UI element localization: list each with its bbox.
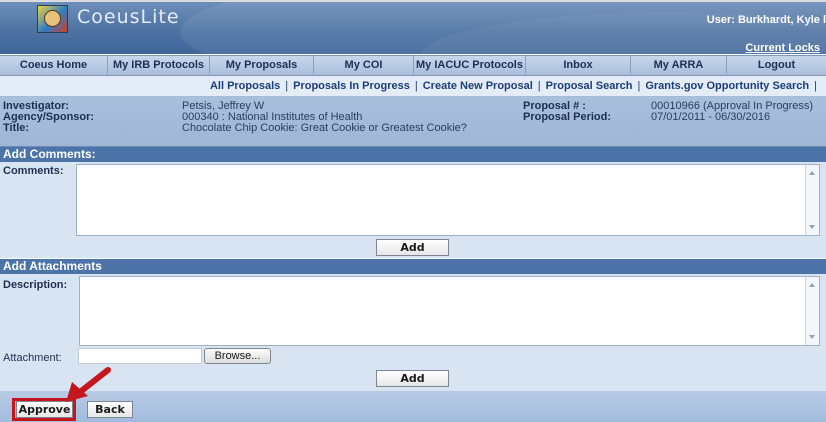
description-label: Description: bbox=[3, 279, 68, 291]
description-textarea[interactable] bbox=[79, 276, 820, 346]
add-attachment-button[interactable]: Add bbox=[376, 370, 449, 387]
nav-tab-my-arra[interactable]: My ARRA bbox=[631, 56, 727, 75]
nav-tab-logout[interactable]: Logout bbox=[727, 56, 826, 75]
subnav-proposals-in-progress[interactable]: Proposals In Progress bbox=[293, 80, 410, 92]
app-title: CoeusLite bbox=[77, 6, 180, 28]
attachments-panel: Description: Attachment: Browse... Add bbox=[0, 274, 826, 391]
nav-tab-my-irb-protocols[interactable]: My IRB Protocols bbox=[108, 56, 210, 75]
current-locks-link[interactable]: Current Locks bbox=[745, 42, 820, 54]
add-comment-button[interactable]: Add bbox=[376, 239, 449, 256]
subnav-proposal-search[interactable]: Proposal Search bbox=[546, 80, 633, 92]
proposal-subnav: All Proposals | Proposals In Progress | Crea… bbox=[0, 76, 826, 97]
comments-panel: Comments: Add bbox=[0, 162, 826, 258]
comments-label: Comments: bbox=[3, 165, 64, 177]
user-name: User: Burkhardt, Kyle l bbox=[706, 14, 826, 26]
scroll-down-icon[interactable] bbox=[809, 335, 815, 339]
app-banner: CoeusLite User: Burkhardt, Kyle l Curren… bbox=[0, 2, 826, 54]
description-scrollbar[interactable] bbox=[805, 277, 819, 345]
subnav-all-proposals[interactable]: All Proposals bbox=[210, 80, 280, 92]
nav-tab-my-iacuc-protocols[interactable]: My IACUC Protocols bbox=[414, 56, 526, 75]
attachment-file-input[interactable] bbox=[78, 348, 202, 364]
nav-tab-my-proposals[interactable]: My Proposals bbox=[210, 56, 314, 75]
action-footer: Approve Back bbox=[0, 391, 826, 422]
add-attachments-header: Add Attachments bbox=[0, 259, 826, 274]
proposal-info-panel: Investigator: Petsis, Jeffrey W Agency/S… bbox=[0, 97, 826, 147]
red-arrow-icon bbox=[66, 367, 111, 402]
nav-tab-coeus-home[interactable]: Coeus Home bbox=[0, 56, 108, 75]
add-comments-header: Add Comments: bbox=[0, 147, 826, 162]
nav-tab-my-coi[interactable]: My COI bbox=[314, 56, 414, 75]
scroll-up-icon[interactable] bbox=[809, 171, 815, 175]
scroll-up-icon[interactable] bbox=[809, 283, 815, 287]
nav-tab-inbox[interactable]: Inbox bbox=[526, 56, 631, 75]
attachment-label: Attachment: bbox=[3, 352, 62, 364]
proposal-period-value: 07/01/2011 - 06/30/2016 bbox=[651, 111, 771, 123]
scroll-down-icon[interactable] bbox=[809, 225, 815, 229]
title-value: Chocolate Chip Cookie: Great Cookie or G… bbox=[182, 122, 467, 134]
comments-textarea[interactable] bbox=[76, 164, 820, 236]
browse-button[interactable]: Browse... bbox=[204, 348, 271, 364]
subnav-create-new-proposal[interactable]: Create New Proposal bbox=[423, 80, 533, 92]
proposal-period-label: Proposal Period: bbox=[523, 111, 612, 123]
comments-scrollbar[interactable] bbox=[805, 165, 819, 235]
main-nav: Coeus Home My IRB Protocols My Proposals… bbox=[0, 55, 826, 76]
subnav-grants-gov-search[interactable]: Grants.gov Opportunity Search bbox=[645, 80, 809, 92]
coeus-logo-icon bbox=[37, 5, 68, 33]
title-label: Title: bbox=[3, 122, 30, 134]
